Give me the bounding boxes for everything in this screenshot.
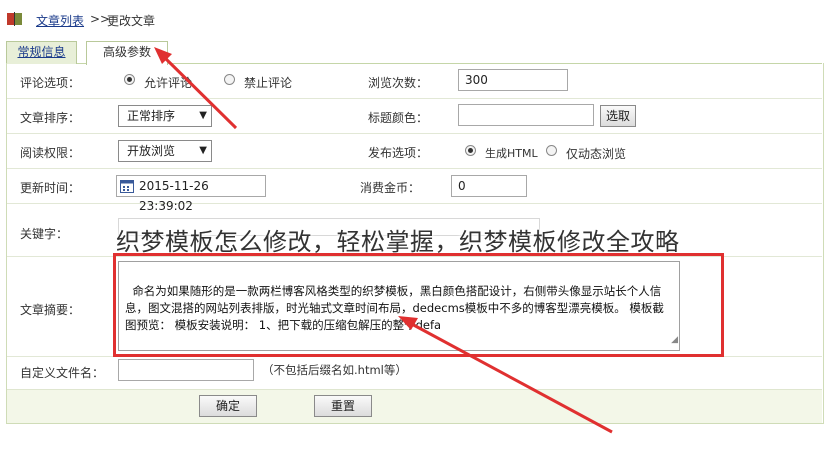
annotation-arrows xyxy=(154,47,613,434)
annotation-arrow-tab xyxy=(160,53,238,130)
arrow-head-icon xyxy=(398,316,418,330)
annotation-arrow-summary xyxy=(407,320,613,434)
